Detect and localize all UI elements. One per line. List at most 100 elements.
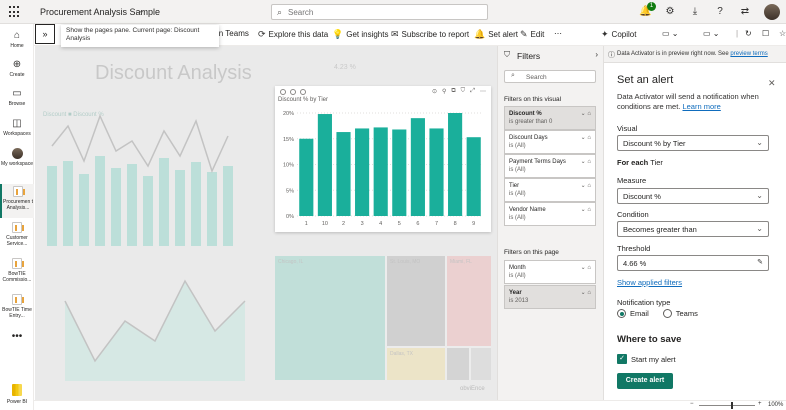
filter-card[interactable]: Tier is (All) ⌄ ⌂ (504, 178, 596, 202)
insights-button[interactable]: 💡 Get insights (332, 29, 388, 40)
filter-card[interactable]: Payment Terms Days is (All) ⌄ ⌂ (504, 154, 596, 178)
zoom-thumb[interactable] (731, 402, 733, 409)
share-icon[interactable]: ⇄ (739, 6, 751, 18)
edit-button[interactable]: ✎ Edit (520, 29, 544, 40)
teams-radio[interactable] (662, 309, 672, 318)
refresh-icon[interactable]: ↻ (745, 29, 752, 38)
subscribe-button[interactable]: ✉ Subscribe to report (391, 29, 469, 40)
measure-dropdown[interactable]: Discount % ⌄ (617, 188, 769, 204)
email-radio[interactable] (617, 309, 626, 318)
visual-filters-label: Filters on this visual (504, 96, 562, 103)
filter-card-icons[interactable]: ⌄ ⌂ (581, 158, 591, 166)
pencil-icon: ✎ (520, 29, 528, 39)
bar-tier-8[interactable] (448, 113, 463, 216)
app-launcher-icon[interactable] (9, 6, 21, 18)
rail-browse[interactable]: ▭ Browse (0, 88, 34, 107)
zoom-slider[interactable] (699, 402, 755, 409)
explore-button[interactable]: ⟳ Explore this data (258, 29, 328, 40)
settings-icon[interactable]: ⚙ (664, 6, 676, 18)
rail-bowtie-commission[interactable]: BowTIE Commissio... (0, 258, 34, 283)
global-search[interactable]: ⌕ (271, 4, 488, 20)
x-tick-label: 6 (416, 221, 419, 227)
filters-search[interactable]: ⌕ Search (504, 70, 596, 83)
avatar[interactable] (764, 4, 780, 20)
filter-card[interactable]: Vendor Name is (All) ⌄ ⌂ (504, 202, 596, 226)
rail-powerbi[interactable]: Power BI (0, 384, 34, 405)
filter-card-icons[interactable]: ⌄ ⌂ (581, 206, 591, 214)
bar-tier-10[interactable] (317, 114, 332, 216)
bar-tier-4[interactable] (373, 127, 388, 216)
rail-create[interactable]: ⊕ Create (0, 59, 34, 78)
treemap-miami: Miami, FL (447, 256, 491, 346)
rail-more[interactable]: ••• (0, 332, 34, 342)
for-each-label: For each Tier (617, 158, 663, 167)
teams-button[interactable]: in Teams (217, 29, 249, 38)
show-filters-link[interactable]: Show applied filters (617, 278, 682, 287)
preview-terms-link[interactable]: preview terms (730, 51, 767, 57)
rail-procurement[interactable]: Procuremen t Analysis... (0, 184, 34, 218)
bar-tier-9[interactable] (466, 137, 481, 216)
filter-card-icons[interactable]: ⌄ ⌂ (581, 289, 591, 297)
close-icon[interactable]: ✕ (768, 78, 776, 89)
faded-combo-chart (47, 114, 233, 246)
favorite-icon[interactable]: ☆ (779, 29, 786, 38)
copilot-button[interactable]: ✦ Copilot (601, 29, 636, 40)
bar-tier-3[interactable] (355, 128, 370, 216)
email-label: Email (630, 309, 649, 318)
threshold-input[interactable]: 4.66 % ✎ (617, 255, 769, 271)
search-icon: ⌕ (511, 72, 515, 79)
view-icon[interactable]: ▭ ⌄ (703, 29, 719, 38)
bookmark-icon[interactable]: ☐ (762, 29, 769, 38)
filter-card[interactable]: Month is (All) ⌄ ⌂ (504, 260, 596, 284)
rail-customer-service[interactable]: Customer Service... (0, 222, 34, 247)
chart-card[interactable]: ⊙ ⚲ ⧉ ⛉ ⤢ ⋯ Discount % by Tier 0% 5% 10% 15… (275, 86, 491, 232)
pages-pane-toggle[interactable]: » (35, 24, 55, 44)
x-tick-label: 10 (322, 221, 328, 227)
notifications-icon[interactable]: 🔔 1 (639, 2, 656, 18)
zoom-in-button[interactable]: + (758, 401, 762, 407)
chevron-down-icon[interactable]: ⌄ (138, 6, 145, 15)
rail-bowtie-time[interactable]: BowTIE Time Entry... (0, 294, 34, 319)
filter-card[interactable]: Discount % is greater than 0 ⌄ ⌂ (504, 106, 596, 130)
filter-card-icons[interactable]: ⌄ ⌂ (581, 182, 591, 190)
start-alert-checkbox[interactable]: ✓ (617, 354, 627, 364)
search-input[interactable] (288, 6, 478, 18)
help-icon[interactable]: ? (714, 6, 726, 18)
learn-more-link[interactable]: Learn more (682, 102, 720, 111)
filter-card-icons[interactable]: ⌄ ⌂ (581, 264, 591, 272)
treemap-small (447, 348, 469, 380)
pencil-icon[interactable]: ✎ (757, 258, 763, 266)
condition-dropdown[interactable]: Becomes greater than ⌄ (617, 221, 769, 237)
report-icon (12, 258, 24, 269)
bar-tier-6[interactable] (410, 118, 425, 216)
filter-card[interactable]: Year is 2013 ⌄ ⌂ (504, 285, 596, 309)
comment-icon[interactable]: ▭ ⌄ (662, 29, 678, 38)
set-alert-button[interactable]: 🔔 Set alert (474, 29, 518, 40)
download-icon[interactable]: ⤓ (689, 6, 701, 18)
bar-tier-5[interactable] (392, 129, 407, 216)
visual-dropdown[interactable]: Discount % by Tier ⌄ (617, 135, 769, 151)
filter-card[interactable]: Discount Days is (All) ⌄ ⌂ (504, 130, 596, 154)
bar-tier-7[interactable] (429, 128, 444, 216)
filter-card-icons[interactable]: ⌄ ⌂ (581, 134, 591, 142)
x-tick-label: 4 (379, 221, 382, 227)
filter-value: is (All) (509, 215, 526, 221)
filter-value: is (All) (509, 167, 526, 173)
create-alert-button[interactable]: Create alert (617, 373, 673, 389)
bar-tier-1[interactable] (299, 138, 314, 216)
zoom-out-button[interactable]: − (690, 401, 694, 407)
filter-card-icons[interactable]: ⌄ ⌂ (581, 110, 591, 118)
treemap-label: Dallas, TX (390, 351, 413, 357)
report-icon (12, 222, 24, 233)
filter-name: Payment Terms Days (509, 159, 566, 165)
chevron-down-icon: ⌄ (756, 191, 763, 200)
rail-home[interactable]: ⌂ Home (0, 30, 34, 49)
collapse-icon[interactable]: › (595, 50, 598, 59)
for-each-value: Tier (650, 158, 663, 167)
rail-my-workspace[interactable]: My workspace (0, 148, 34, 167)
chevron-double-right-icon: » (42, 29, 48, 39)
bar-tier-2[interactable] (336, 132, 351, 216)
rail-workspaces[interactable]: ◫ Workspaces (0, 118, 34, 137)
more-options-icon[interactable]: ⋯ (554, 29, 562, 38)
report-icon (13, 186, 25, 197)
